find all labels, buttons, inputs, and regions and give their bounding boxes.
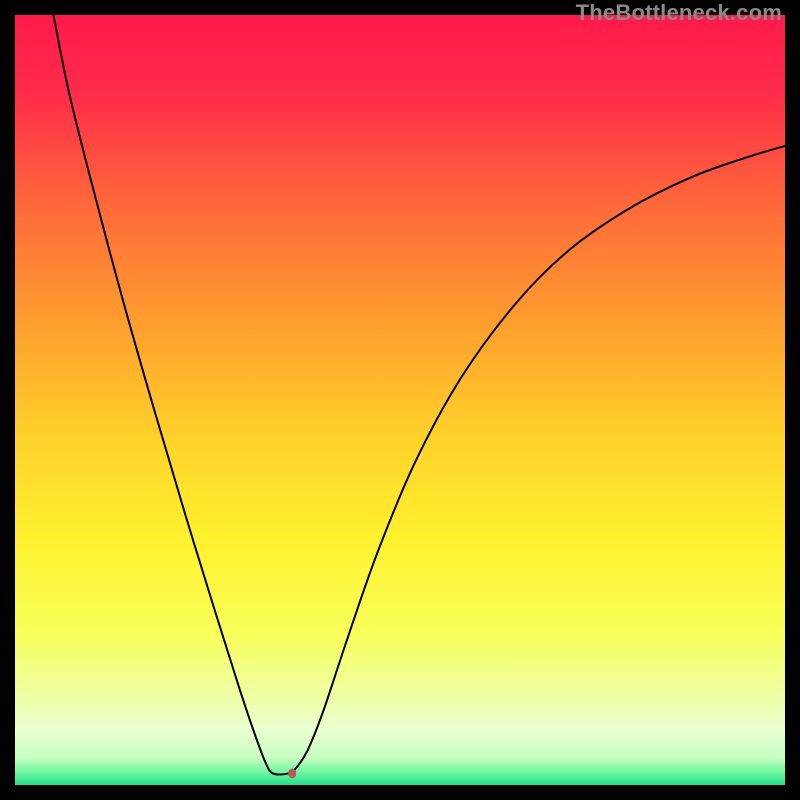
- chart-svg: [15, 15, 785, 785]
- watermark-text: TheBottleneck.com: [576, 0, 782, 26]
- gradient-background: [15, 15, 785, 785]
- optimal-point-marker: [288, 768, 296, 778]
- chart-frame: [15, 15, 785, 785]
